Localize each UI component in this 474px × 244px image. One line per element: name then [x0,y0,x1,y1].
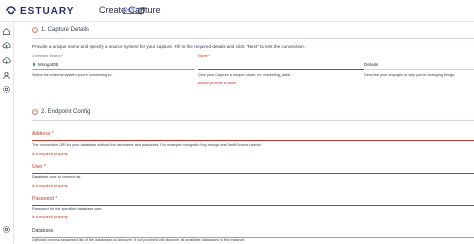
capture-details-heading: 1. Capture Details [41,27,90,33]
settings-icon[interactable] [2,85,11,94]
estuary-logo-icon [6,6,16,15]
gear-icon[interactable] [2,225,11,234]
connector-label: Connector Search * [32,54,64,58]
top-bar: ESTUARY Create Capture DOCS [0,0,474,22]
address-label: Address * [32,131,54,137]
mongodb-icon [33,62,35,67]
main-content: 1. Capture Details Provide a unique name… [14,22,474,244]
password-label: Password * [32,196,58,202]
details-help: Describe your changes or why you're chan… [364,73,456,77]
section-divider [32,38,474,39]
admin-icon[interactable] [2,71,11,80]
password-field[interactable]: Password * [32,196,474,206]
details-field[interactable]: Details [364,54,474,70]
capture-intro: Provide a unique name and specify a sour… [32,44,305,49]
error-circle-icon [32,27,38,33]
cloud-download-icon[interactable] [2,56,11,65]
name-field[interactable]: Name * [198,54,364,70]
connector-search-field[interactable]: Connector Search * MongoDB [32,54,195,70]
capture-details-header[interactable]: 1. Capture Details [32,27,89,33]
password-help: Password for the specified database user… [32,207,103,211]
user-field[interactable]: User * [32,164,474,174]
name-help: Give your Capture a unique name, ex: mar… [198,73,292,77]
estuary-logo[interactable]: ESTUARY [5,5,74,17]
user-error: is a required property [32,184,68,188]
name-error: please provide a name [198,81,237,85]
user-label: User * [32,164,46,170]
database-field[interactable]: Database [32,228,474,238]
home-icon[interactable] [2,27,11,36]
address-field[interactable]: Address * [32,131,474,141]
password-error: is a required property [32,215,68,219]
database-label: Database [32,228,54,234]
connector-value-text: MongoDB [38,62,59,67]
name-label: Name * [198,54,210,58]
external-link-icon[interactable] [138,7,145,14]
details-label: Details [364,62,379,67]
database-help: Optional comma-separated list of the dat… [32,238,246,242]
endpoint-config-header[interactable]: 2. Endpoint Config [32,109,90,115]
address-error: is a required property [32,152,68,156]
error-circle-icon [32,109,38,115]
cloud-upload-icon[interactable] [2,41,11,50]
logo-text: ESTUARY [20,5,75,17]
user-help: Database user to connect as. [32,175,82,179]
sidebar [0,22,14,244]
endpoint-config-heading: 2. Endpoint Config [41,109,91,115]
connector-value: MongoDB [32,62,58,67]
connector-help: Select the external system you're connec… [32,73,113,77]
section-divider [32,120,474,121]
address-help: The connection URI for your database wit… [32,143,262,147]
